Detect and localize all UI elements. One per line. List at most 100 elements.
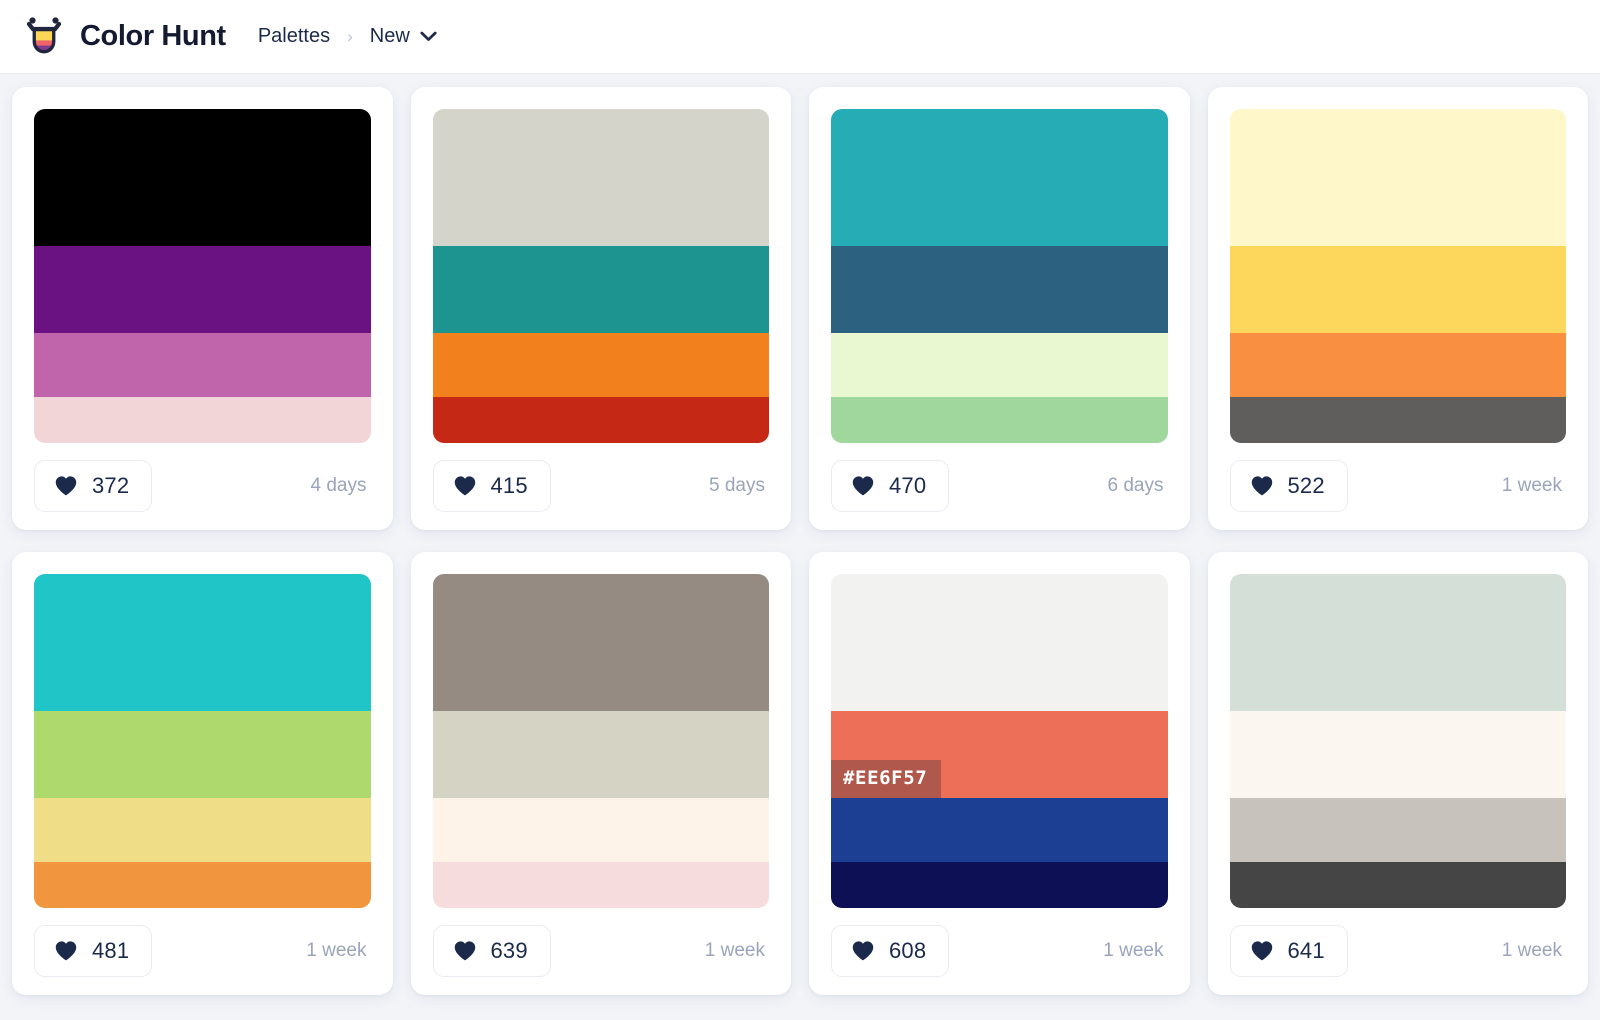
palette-card-footer: 522 1 week	[1229, 443, 1567, 528]
palette-card[interactable]: 641 1 week	[1207, 552, 1588, 995]
heart-icon	[852, 940, 874, 960]
like-count: 641	[1287, 937, 1325, 963]
like-button[interactable]: 639	[432, 924, 551, 977]
color-swatch[interactable]	[1229, 246, 1566, 333]
heart-icon	[55, 475, 77, 495]
color-swatch[interactable]	[34, 862, 371, 908]
color-swatch[interactable]	[34, 332, 371, 398]
like-button[interactable]: 481	[34, 924, 153, 977]
palette-age: 1 week	[1501, 939, 1562, 961]
palette-age: 6 days	[1107, 474, 1164, 496]
color-swatch[interactable]	[1229, 862, 1566, 908]
heart-icon	[852, 475, 874, 495]
palette-card-footer: 641 1 week	[1229, 908, 1567, 993]
palette-card-footer: 608 1 week	[831, 908, 1168, 993]
heart-icon	[454, 940, 475, 960]
color-swatch[interactable]	[1229, 332, 1566, 398]
palette-card[interactable]: 470 6 days	[809, 87, 1190, 530]
brand-link[interactable]: Color Hunt	[22, 15, 226, 59]
palette-swatches	[831, 109, 1168, 443]
color-swatch[interactable]	[1229, 397, 1566, 443]
color-swatch[interactable]	[1229, 574, 1566, 712]
like-button[interactable]: 372	[34, 459, 153, 512]
breadcrumb-separator-icon: ›	[347, 27, 353, 46]
heart-icon	[55, 940, 77, 960]
color-swatch[interactable]	[34, 109, 371, 247]
palette-swatches	[432, 574, 769, 908]
color-swatch[interactable]	[831, 862, 1168, 908]
hex-code-tooltip: #EE6F57	[831, 759, 942, 798]
palette-card[interactable]: 522 1 week	[1207, 87, 1588, 530]
palette-swatches: #EE6F57	[831, 574, 1168, 908]
palette-card[interactable]: 415 5 days	[410, 87, 791, 530]
color-swatch[interactable]	[831, 332, 1168, 398]
breadcrumb-item-new: New	[369, 25, 410, 47]
palette-age: 1 week	[1501, 474, 1562, 496]
like-button[interactable]: 608	[831, 924, 950, 977]
color-swatch[interactable]	[34, 397, 371, 443]
palette-age: 5 days	[709, 474, 765, 496]
palette-card[interactable]: 481 1 week	[12, 552, 393, 995]
colorhunt-logo-icon	[26, 16, 62, 53]
color-swatch[interactable]	[432, 246, 769, 333]
color-swatch[interactable]	[34, 574, 371, 712]
palette-card[interactable]: #EE6F57 608 1 week	[809, 552, 1190, 995]
palette-card[interactable]: 639 1 week	[410, 552, 791, 995]
breadcrumb-sort-dropdown[interactable]: New	[370, 25, 437, 48]
color-swatch[interactable]	[432, 797, 769, 863]
like-count: 639	[490, 937, 528, 963]
color-swatch[interactable]	[432, 332, 769, 398]
color-swatch[interactable]	[831, 797, 1168, 863]
like-count: 608	[889, 937, 927, 963]
palette-swatches	[1229, 574, 1566, 908]
like-button[interactable]: 470	[831, 459, 950, 512]
like-count: 522	[1287, 472, 1325, 498]
color-swatch[interactable]: #EE6F57	[831, 711, 1168, 798]
brand-name: Color Hunt	[80, 20, 226, 52]
palette-card[interactable]: 372 4 days	[12, 87, 393, 530]
color-swatch[interactable]	[432, 574, 769, 712]
app-header: Color Hunt Palettes › New	[0, 0, 1600, 74]
palette-age: 1 week	[1103, 939, 1164, 961]
color-swatch[interactable]	[1229, 797, 1566, 863]
like-button[interactable]: 641	[1229, 924, 1348, 977]
palette-swatches	[1229, 109, 1566, 443]
breadcrumb-item-palettes[interactable]: Palettes	[258, 25, 330, 48]
heart-icon	[454, 475, 475, 495]
like-count: 372	[92, 472, 130, 498]
color-swatch[interactable]	[34, 711, 371, 798]
color-swatch[interactable]	[432, 711, 769, 798]
color-swatch[interactable]	[1229, 109, 1566, 247]
palette-age: 4 days	[310, 474, 367, 496]
like-button[interactable]: 415	[432, 459, 551, 512]
palette-card-footer: 415 5 days	[432, 443, 770, 528]
like-count: 415	[490, 472, 528, 498]
palette-swatches	[432, 109, 769, 443]
like-count: 470	[889, 472, 927, 498]
palette-grid: 372 4 days 415 5 days 470 6 days 522 1 week 481 1…	[0, 74, 1600, 995]
color-swatch[interactable]	[1229, 711, 1566, 798]
color-swatch[interactable]	[831, 246, 1168, 333]
color-swatch[interactable]	[831, 397, 1168, 443]
breadcrumb: Palettes › New	[258, 25, 437, 48]
color-swatch[interactable]	[34, 797, 371, 863]
color-swatch[interactable]	[432, 397, 769, 443]
palette-card-footer: 481 1 week	[34, 908, 371, 993]
color-swatch[interactable]	[432, 862, 769, 908]
color-swatch[interactable]	[831, 574, 1168, 712]
palette-age: 1 week	[704, 939, 765, 961]
palette-card-footer: 470 6 days	[831, 443, 1168, 528]
chevron-down-icon	[420, 31, 437, 41]
heart-icon	[1251, 940, 1272, 960]
color-swatch[interactable]	[831, 109, 1168, 247]
color-swatch[interactable]	[34, 246, 371, 333]
heart-icon	[1251, 475, 1272, 495]
palette-age: 1 week	[306, 939, 367, 961]
like-count: 481	[92, 937, 130, 963]
like-button[interactable]: 522	[1229, 459, 1348, 512]
palette-swatches	[34, 109, 371, 443]
palette-card-footer: 372 4 days	[34, 443, 371, 528]
color-swatch[interactable]	[432, 109, 769, 247]
palette-swatches	[34, 574, 371, 908]
palette-card-footer: 639 1 week	[432, 908, 770, 993]
